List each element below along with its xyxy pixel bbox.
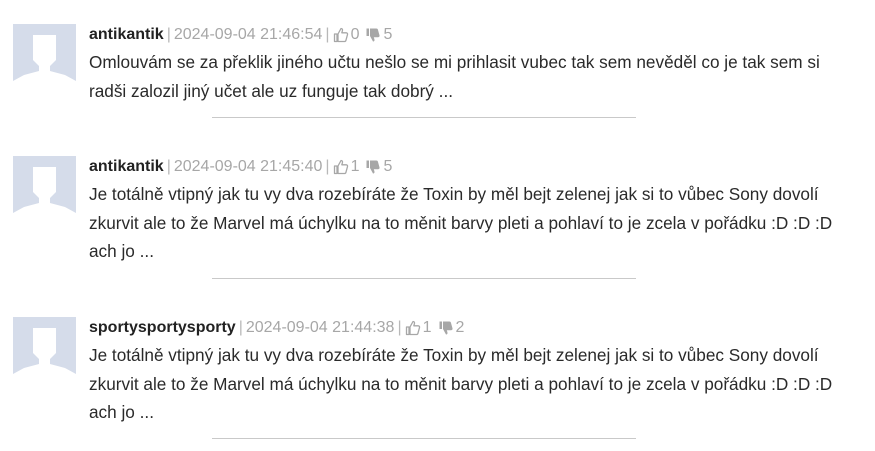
- comment-meta: antikantik | 2024-09-04 21:46:54 | 0 5: [89, 24, 859, 46]
- comment-text: Je totálně vtipný jak tu vy dva rozebírá…: [89, 184, 833, 261]
- thumbs-down-icon: [366, 28, 381, 42]
- dislike-button[interactable]: 5: [365, 24, 392, 46]
- comment-date: 2024-09-04 21:44:38: [245, 319, 395, 336]
- avatar-silhouette-icon: [13, 156, 76, 219]
- meta-separator: |: [238, 319, 243, 336]
- avatar[interactable]: [13, 24, 76, 87]
- comment-date: 2024-09-04 21:46:54: [173, 26, 323, 43]
- thumbs-down-icon: [439, 321, 453, 335]
- like-button[interactable]: 1: [405, 317, 432, 339]
- comment-meta: sportysportysporty | 2024-09-04 21:44:38 | 1…: [89, 317, 859, 339]
- dislike-button[interactable]: 5: [365, 156, 392, 178]
- meta-separator: |: [166, 158, 171, 175]
- like-button[interactable]: 0: [333, 24, 360, 46]
- comment-content: antikantik | 2024-09-04 21:46:54 | 0 5 Omlouv…: [89, 24, 859, 105]
- avatar-silhouette-icon: [13, 24, 76, 87]
- avatar-silhouette-icon: [13, 317, 76, 380]
- comment-date: 2024-09-04 21:45:40: [173, 158, 323, 175]
- like-count: 1: [422, 319, 432, 336]
- meta-separator: |: [325, 26, 330, 43]
- thumbs-up-icon: [333, 27, 348, 43]
- thumbs-up-icon: [405, 320, 420, 336]
- dislike-button[interactable]: 2: [438, 317, 465, 339]
- comment-author[interactable]: antikantik: [89, 26, 164, 43]
- comment-text: Je totálně vtipný jak tu vy dva rozebírá…: [89, 345, 833, 422]
- meta-separator: |: [166, 26, 171, 43]
- avatar[interactable]: [13, 317, 76, 380]
- like-button[interactable]: 1: [333, 156, 360, 178]
- meta-separator: |: [397, 319, 402, 336]
- comment-divider: [212, 117, 636, 118]
- comment-meta: antikantik | 2024-09-04 21:45:40 | 1 5: [89, 156, 859, 178]
- comment-author[interactable]: sportysportysporty: [89, 319, 236, 336]
- dislike-count: 2: [455, 319, 465, 336]
- meta-separator: |: [325, 158, 330, 175]
- avatar[interactable]: [13, 156, 76, 219]
- comment-text: Omlouvám se za překlik jiného učtu nešlo…: [89, 52, 820, 101]
- comment-content: antikantik | 2024-09-04 21:45:40 | 1 5 Je tot…: [89, 156, 859, 266]
- thumbs-down-icon: [366, 160, 381, 174]
- dislike-count: 5: [383, 158, 393, 175]
- comment-content: sportysportysporty | 2024-09-04 21:44:38 | 1…: [89, 317, 859, 427]
- like-count: 1: [350, 158, 360, 175]
- dislike-count: 5: [383, 26, 393, 43]
- thumbs-up-icon: [333, 159, 348, 175]
- comment-divider: [212, 278, 636, 279]
- comment-author[interactable]: antikantik: [89, 158, 164, 175]
- comment-divider: [212, 438, 636, 439]
- like-count: 0: [350, 26, 360, 43]
